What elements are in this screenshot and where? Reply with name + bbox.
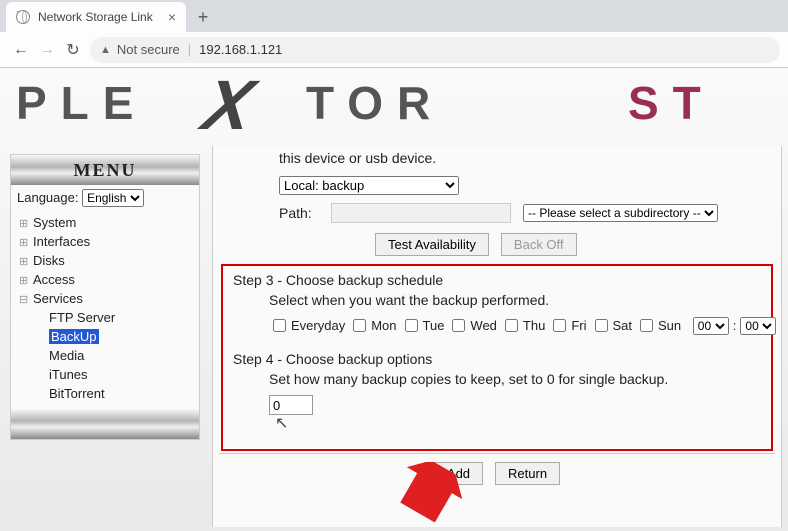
language-label: Language: [17,190,78,205]
tab-bar: Network Storage Link × + [0,0,788,32]
address-field[interactable]: ▲ Not secure | 192.168.1.121 [90,37,780,63]
bottom-buttons: Add Return [219,454,775,485]
day-fri-checkbox[interactable] [553,319,566,332]
day-tue-checkbox[interactable] [405,319,418,332]
return-button[interactable]: Return [495,462,560,485]
not-secure-icon: ▲ [100,44,111,56]
address-text: 192.168.1.121 [199,42,282,57]
sidebar-item-services[interactable]: Services [11,289,199,308]
new-tab-button[interactable]: + [190,4,216,30]
step4-desc: Set how many backup copies to keep, set … [269,371,761,387]
step3-desc: Select when you want the backup performe… [269,292,761,308]
sidebar-item-access[interactable]: Access [11,270,199,289]
nav-tree: System Interfaces Disks Access Services … [11,211,199,409]
svg-text:PLE: PLE [16,77,147,129]
tab[interactable]: Network Storage Link × [6,2,186,32]
step4-title: Step 4 - Choose backup options [233,351,761,367]
path-row: Path: -- Please select a subdirectory -- [219,195,775,223]
svg-text:X: X [193,73,274,139]
sidebar: MENU Language: English System Interfaces… [10,154,200,440]
highlight-box: Step 3 - Choose backup schedule Select w… [221,264,773,451]
copies-input[interactable] [269,395,313,415]
sidebar-item-bittorrent[interactable]: BitTorrent [11,384,199,403]
back-icon[interactable]: ← [8,41,34,59]
subdirectory-select[interactable]: -- Please select a subdirectory -- [523,204,718,222]
sidebar-item-backup[interactable]: BackUp [49,329,99,344]
day-wed-checkbox[interactable] [452,319,465,332]
day-sat-checkbox[interactable] [595,319,608,332]
minute-select[interactable]: 00 [740,317,776,335]
step2-trail: this device or usb device. [219,146,775,172]
browser-chrome: Network Storage Link × + ← → ↻ ▲ Not sec… [0,0,788,68]
test-availability-button[interactable]: Test Availability [375,233,489,256]
language-row: Language: English [11,185,199,211]
cursor-icon: ↖ [275,413,782,433]
sidebar-item-system[interactable]: System [11,213,199,232]
path-input[interactable] [331,203,511,223]
days-row: Everyday Mon Tue Wed Thu Fri Sat Sun 00 … [269,316,761,335]
forward-icon[interactable]: → [34,41,60,59]
content: this device or usb device. Local: backup… [212,146,782,527]
source-row: Local: backup [219,172,775,195]
sidebar-item-ftp[interactable]: FTP Server [11,308,199,327]
svg-text:TOR: TOR [306,77,444,129]
language-select[interactable]: English [82,189,144,207]
sidebar-item-media[interactable]: Media [11,346,199,365]
tab-close-icon[interactable]: × [168,9,176,25]
add-button[interactable]: Add [434,462,483,485]
tab-title: Network Storage Link [38,10,153,24]
source-select[interactable]: Local: backup [279,176,459,195]
step3-title: Step 3 - Choose backup schedule [233,272,761,288]
hour-select[interactable]: 00 [693,317,729,335]
sidebar-item-itunes[interactable]: iTunes [11,365,199,384]
day-sun-checkbox[interactable] [640,319,653,332]
day-mon-checkbox[interactable] [353,319,366,332]
sidebar-item-disks[interactable]: Disks [11,251,199,270]
path-label: Path: [279,205,319,221]
page: PLE X TOR ST MENU Language: English Syst… [0,68,788,531]
sidebar-item-interfaces[interactable]: Interfaces [11,232,199,251]
address-bar: ← → ↻ ▲ Not secure | 192.168.1.121 [0,32,788,68]
reload-icon[interactable]: ↻ [60,40,86,60]
back-off-button[interactable]: Back Off [501,233,577,256]
day-everyday-checkbox[interactable] [273,319,286,332]
globe-icon [16,10,30,24]
menu-footer [11,409,199,439]
menu-header: MENU [11,155,199,185]
svg-text:ST: ST [628,77,715,129]
brand-logo: PLE X TOR ST [16,70,788,142]
day-thu-checkbox[interactable] [505,319,518,332]
not-secure-label: Not secure [117,42,180,57]
